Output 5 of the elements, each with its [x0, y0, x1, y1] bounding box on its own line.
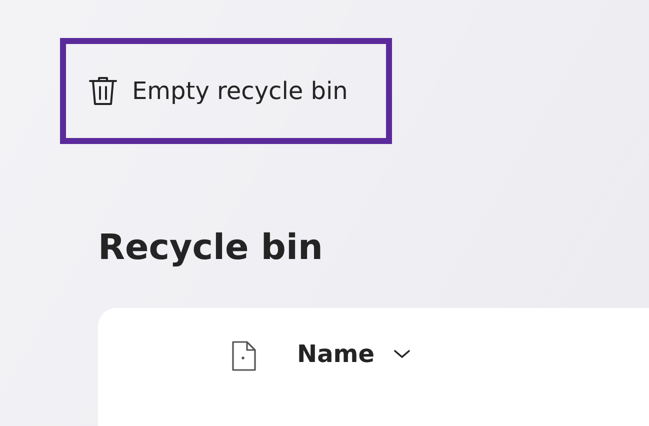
page-heading: Recycle bin [98, 228, 324, 268]
empty-recycle-bin-button[interactable]: Empty recycle bin [60, 38, 392, 144]
file-icon [231, 340, 257, 372]
trash-icon [88, 75, 118, 107]
name-column-header[interactable]: Name [297, 340, 411, 368]
